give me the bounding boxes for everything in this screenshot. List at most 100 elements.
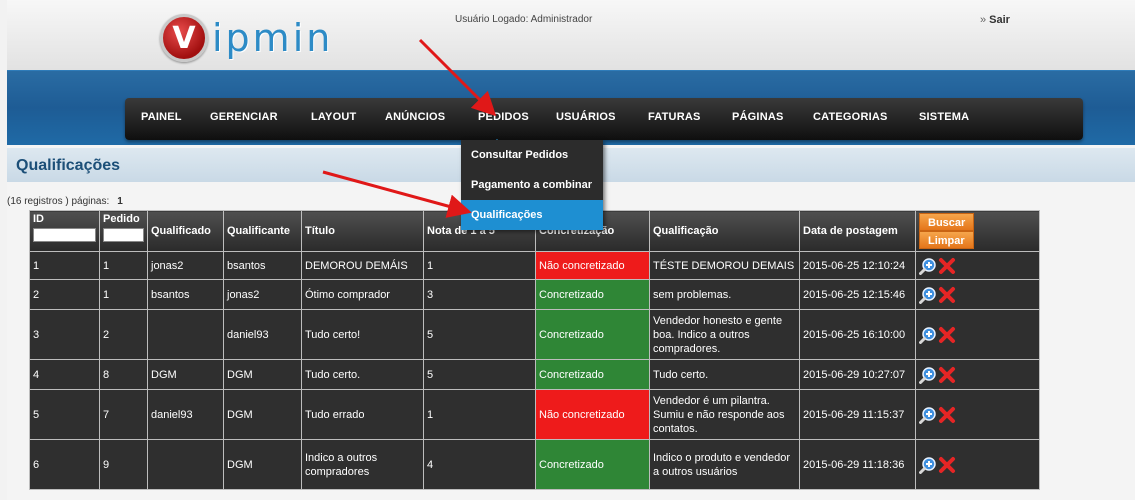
zoom-icon[interactable]: [919, 257, 937, 275]
records-count: (16 registros ) páginas:: [7, 196, 110, 207]
zoom-icon[interactable]: [919, 406, 937, 424]
cell-score: 3: [423, 279, 536, 310]
dropdown-item-pagamento-a-combinar[interactable]: Pagamento a combinar: [461, 170, 603, 200]
logo[interactable]: V ipmin: [160, 10, 333, 66]
cell-comment: sem problemas.: [649, 279, 800, 310]
cell-rater: jonas2: [223, 279, 302, 310]
column-header-rater: Qualificante: [223, 210, 302, 252]
cell-date: 2015-06-25 16:10:00: [799, 309, 916, 360]
cell-id: 4: [29, 359, 100, 390]
table-row: 3 2 daniel93 Tudo certo! 5 Concretizado Vended…: [29, 309, 1040, 360]
table-row: 1 1 jonas2 bsantos DEMOROU DEMÁIS 1 Não concre…: [29, 251, 1040, 280]
nav-item-paginas[interactable]: PÁGINAS: [732, 111, 784, 123]
cell-order: 8: [99, 359, 148, 390]
cell-id: 5: [29, 389, 100, 440]
cell-score: 4: [423, 439, 536, 490]
cell-comment: Tudo certo.: [649, 359, 800, 390]
cell-order: 1: [99, 279, 148, 310]
cell-actions: [915, 359, 1040, 390]
zoom-icon[interactable]: [919, 456, 937, 474]
cell-title: Tudo certo.: [301, 359, 424, 390]
column-header-order: Pedido: [99, 210, 148, 252]
cell-actions: [915, 309, 1040, 360]
cell-actions: [915, 251, 1040, 280]
zoom-icon[interactable]: [919, 366, 937, 384]
id-filter-input[interactable]: [33, 228, 96, 242]
nav-item-faturas[interactable]: FATURAS: [648, 111, 701, 123]
cell-score: 5: [423, 309, 536, 360]
nav-item-painel[interactable]: PAINEL: [141, 111, 182, 123]
nav-item-sistema[interactable]: SISTEMA: [919, 111, 969, 123]
nav-item-layout[interactable]: LAYOUT: [311, 111, 356, 123]
records-info: (16 registros ) páginas: 1: [7, 196, 123, 207]
cell-status: Concretizado: [535, 439, 650, 490]
logo-text: ipmin: [212, 16, 334, 60]
cell-comment: Vendedor é um pilantra. Sumiu e não resp…: [649, 389, 800, 440]
cell-date: 2015-06-25 12:10:24: [799, 251, 916, 280]
page: V ipmin Usuário Logado: Administrador » S…: [0, 0, 1135, 500]
logout-link[interactable]: » Sair: [980, 14, 1010, 26]
logo-emblem: V: [160, 14, 208, 62]
nav-item-gerenciar[interactable]: GERENCIAR: [210, 111, 278, 123]
cell-score: 1: [423, 251, 536, 280]
cell-date: 2015-06-29 11:18:36: [799, 439, 916, 490]
cell-rated: bsantos: [147, 279, 224, 310]
zoom-icon[interactable]: [919, 326, 937, 344]
cell-status: Não concretizado: [535, 389, 650, 440]
cell-title: Ótimo comprador: [301, 279, 424, 310]
delete-icon[interactable]: [938, 257, 956, 275]
cell-order: 9: [99, 439, 148, 490]
delete-icon[interactable]: [938, 326, 956, 344]
cell-rater: DGM: [223, 439, 302, 490]
order-filter-input[interactable]: [103, 228, 144, 242]
cell-rated: DGM: [147, 359, 224, 390]
nav-item-anuncios[interactable]: ANÚNCIOS: [385, 111, 445, 123]
column-label: ID: [33, 213, 44, 225]
cell-comment: TÉSTE DEMOROU DEMAIS: [649, 251, 800, 280]
delete-icon[interactable]: [938, 406, 956, 424]
cell-rated: daniel93: [147, 389, 224, 440]
logout-label: Sair: [989, 14, 1010, 26]
cell-rated: [147, 439, 224, 490]
cell-id: 1: [29, 251, 100, 280]
cell-date: 2015-06-29 10:27:07: [799, 359, 916, 390]
logged-user-label: Usuário Logado: Administrador: [455, 14, 593, 25]
table-row: 5 7 daniel93 DGM Tudo errado 1 Não concretizad…: [29, 389, 1040, 440]
search-button[interactable]: Buscar: [919, 213, 975, 231]
table-row: 4 8 DGM DGM Tudo certo. 5 Concretizado Tudo cer…: [29, 359, 1040, 390]
cell-rater: bsantos: [223, 251, 302, 280]
cell-rated: jonas2: [147, 251, 224, 280]
cell-status: Não concretizado: [535, 251, 650, 280]
qualifications-table: ID Pedido Qualificado Qualificante Títul…: [29, 210, 1040, 490]
cell-score: 5: [423, 359, 536, 390]
nav-item-usuarios[interactable]: USUÁRIOS: [556, 111, 616, 123]
delete-icon[interactable]: [938, 456, 956, 474]
cell-rater: DGM: [223, 389, 302, 440]
column-header-actions: BuscarLimpar: [915, 210, 1040, 252]
page-title: Qualificações: [16, 157, 121, 174]
cell-rated: [147, 309, 224, 360]
dropdown-item-qualificacoes[interactable]: Qualificações: [461, 200, 603, 230]
cell-status: Concretizado: [535, 359, 650, 390]
cell-date: 2015-06-29 11:15:37: [799, 389, 916, 440]
cell-id: 2: [29, 279, 100, 310]
delete-icon[interactable]: [938, 366, 956, 384]
clear-button[interactable]: Limpar: [919, 231, 974, 249]
cell-actions: [915, 389, 1040, 440]
cell-title: Tudo errado: [301, 389, 424, 440]
table-body: 1 1 jonas2 bsantos DEMOROU DEMÁIS 1 Não concre…: [29, 251, 1040, 490]
zoom-icon[interactable]: [919, 286, 937, 304]
delete-icon[interactable]: [938, 286, 956, 304]
page-link[interactable]: 1: [117, 196, 123, 207]
column-header-comment: Qualificação: [649, 210, 800, 252]
nav-item-categorias[interactable]: CATEGORIAS: [813, 111, 888, 123]
cell-order: 7: [99, 389, 148, 440]
dropdown-item-consultar-pedidos[interactable]: Consultar Pedidos: [461, 140, 603, 170]
cell-rater: daniel93: [223, 309, 302, 360]
main-nav: PAINEL GERENCIAR LAYOUT ANÚNCIOS PEDIDOS…: [125, 98, 1083, 145]
cell-title: Tudo certo!: [301, 309, 424, 360]
nav-item-pedidos[interactable]: PEDIDOS: [478, 111, 529, 145]
cell-title: Indico a outros compradores: [301, 439, 424, 490]
table-row: 2 1 bsantos jonas2 Ótimo comprador 3 Concretiz…: [29, 279, 1040, 310]
cell-actions: [915, 279, 1040, 310]
